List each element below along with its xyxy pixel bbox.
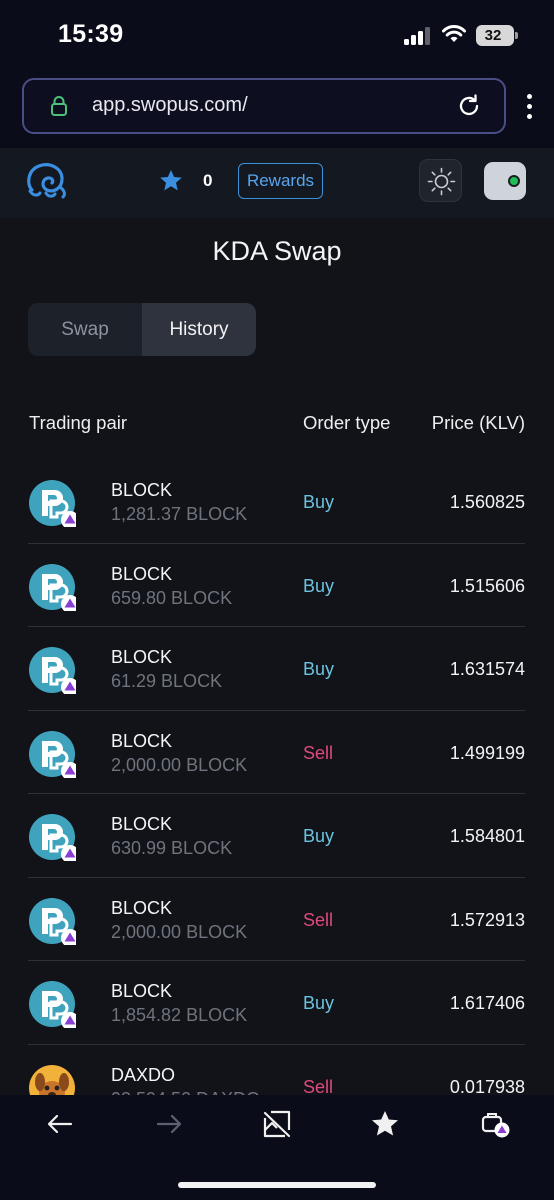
history-row[interactable]: BLOCK 630.99 BLOCK Buy 1.584801 (28, 794, 525, 878)
status-time: 15:39 (58, 20, 124, 48)
history-row[interactable]: BLOCK 2,000.00 BLOCK Sell 1.499199 (28, 711, 525, 794)
battery-icon: 32 (476, 25, 518, 46)
app-header: 0 Rewards (0, 148, 554, 218)
history-list: BLOCK 1,281.37 BLOCK Buy 1.560825 BLOCK 659.8… (0, 460, 554, 1095)
block-token-icon (29, 563, 76, 611)
tab-group: Swap History (28, 303, 256, 356)
token-amount: 2,000.00 BLOCK (111, 754, 248, 775)
price: 0.017938 (449, 1076, 525, 1096)
token-name: BLOCK (111, 730, 173, 751)
tab-history[interactable]: History (142, 303, 256, 356)
order-type: Buy (303, 993, 335, 1013)
token-name: BLOCK (111, 897, 173, 918)
block-token-icon (29, 647, 76, 694)
price: 1.617406 (449, 993, 525, 1013)
history-row[interactable]: BLOCK 2,000.00 BLOCK Sell 1.572913 (28, 878, 525, 961)
lock-icon (51, 96, 67, 116)
page-title: KDA Swap (212, 236, 342, 266)
token-name: BLOCK (111, 647, 173, 667)
bookmark-star-icon[interactable] (370, 1109, 400, 1139)
history-row[interactable]: BLOCK 1,281.37 BLOCK Buy 1.560825 (28, 460, 525, 544)
rewards-button[interactable]: Rewards (238, 163, 323, 199)
wallet-connected-dot (508, 175, 520, 187)
token-name: BLOCK (111, 480, 173, 500)
table-header: Trading pair Order type Price (KLV) (0, 412, 554, 442)
cellular-signal-icon (404, 27, 432, 45)
star-icon[interactable] (158, 168, 184, 194)
block-token-icon (29, 730, 76, 778)
token-amount: 61.29 BLOCK (111, 671, 223, 691)
token-name: BLOCK (111, 563, 173, 584)
battery-level: 32 (484, 27, 502, 44)
history-row[interactable]: DAXDO93,594.50 DAXDOSell0.017938 (28, 1045, 525, 1096)
token-amount: 1,854.82 BLOCK (111, 1005, 248, 1025)
sun-icon (427, 167, 456, 196)
column-header-trading-pair: Trading pair (29, 412, 128, 433)
daxdo-token-icon (29, 1064, 75, 1095)
order-type: Sell (303, 1076, 334, 1096)
forward-arrow-icon[interactable] (154, 1109, 184, 1139)
back-arrow-icon[interactable] (45, 1109, 75, 1139)
wallet-button[interactable] (484, 162, 526, 200)
token-name: BLOCK (111, 814, 173, 834)
order-type: Buy (303, 492, 335, 512)
column-header-order-type: Order type (303, 412, 391, 433)
token-amount: 2,000.00 BLOCK (111, 921, 248, 942)
block-token-icon (29, 897, 76, 945)
price: 1.572913 (449, 909, 525, 930)
order-type: Buy (303, 826, 335, 846)
home-indicator (178, 1182, 376, 1188)
tabs-wallet-icon[interactable] (480, 1109, 510, 1139)
browser-address-bar: app.swopus.com/ (0, 70, 554, 148)
price: 1.515606 (449, 575, 525, 596)
url-field[interactable]: app.swopus.com/ (22, 78, 506, 134)
history-row[interactable]: BLOCK 1,854.82 BLOCK Buy 1.617406 (28, 961, 525, 1045)
order-type: Buy (303, 659, 335, 679)
token-amount: 630.99 BLOCK (111, 838, 233, 858)
token-amount: 1,281.37 BLOCK (111, 504, 248, 524)
order-type: Sell (303, 742, 334, 763)
order-type: Buy (303, 575, 335, 596)
reload-icon[interactable] (456, 93, 482, 119)
block-token-icon (29, 480, 76, 527)
token-name: BLOCK (111, 981, 173, 1001)
price: 1.584801 (449, 826, 525, 846)
block-token-icon (29, 981, 76, 1028)
favorites-count: 0 (203, 171, 213, 190)
price: 1.631574 (449, 659, 525, 679)
browser-toolbar (0, 1095, 554, 1200)
tab-swap[interactable]: Swap (28, 303, 142, 356)
history-row[interactable]: BLOCK 61.29 BLOCK Buy 1.631574 (28, 627, 525, 711)
more-icon[interactable] (524, 94, 534, 124)
block-token-icon (29, 814, 76, 861)
theme-toggle-button[interactable] (419, 159, 462, 202)
price: 1.499199 (449, 742, 525, 763)
swopus-logo-icon[interactable] (24, 160, 68, 200)
token-amount: 659.80 BLOCK (111, 587, 233, 608)
wifi-icon (442, 25, 466, 42)
history-row[interactable]: BLOCK 659.80 BLOCK Buy 1.515606 (28, 544, 525, 627)
url-text[interactable]: app.swopus.com/ (92, 94, 248, 117)
price: 1.560825 (449, 492, 525, 512)
order-type: Sell (303, 909, 334, 930)
no-image-icon[interactable] (262, 1109, 292, 1139)
token-name: DAXDO (111, 1064, 176, 1085)
column-header-price: Price (KLV) (431, 412, 525, 433)
status-bar: 15:39 32 (0, 0, 554, 70)
